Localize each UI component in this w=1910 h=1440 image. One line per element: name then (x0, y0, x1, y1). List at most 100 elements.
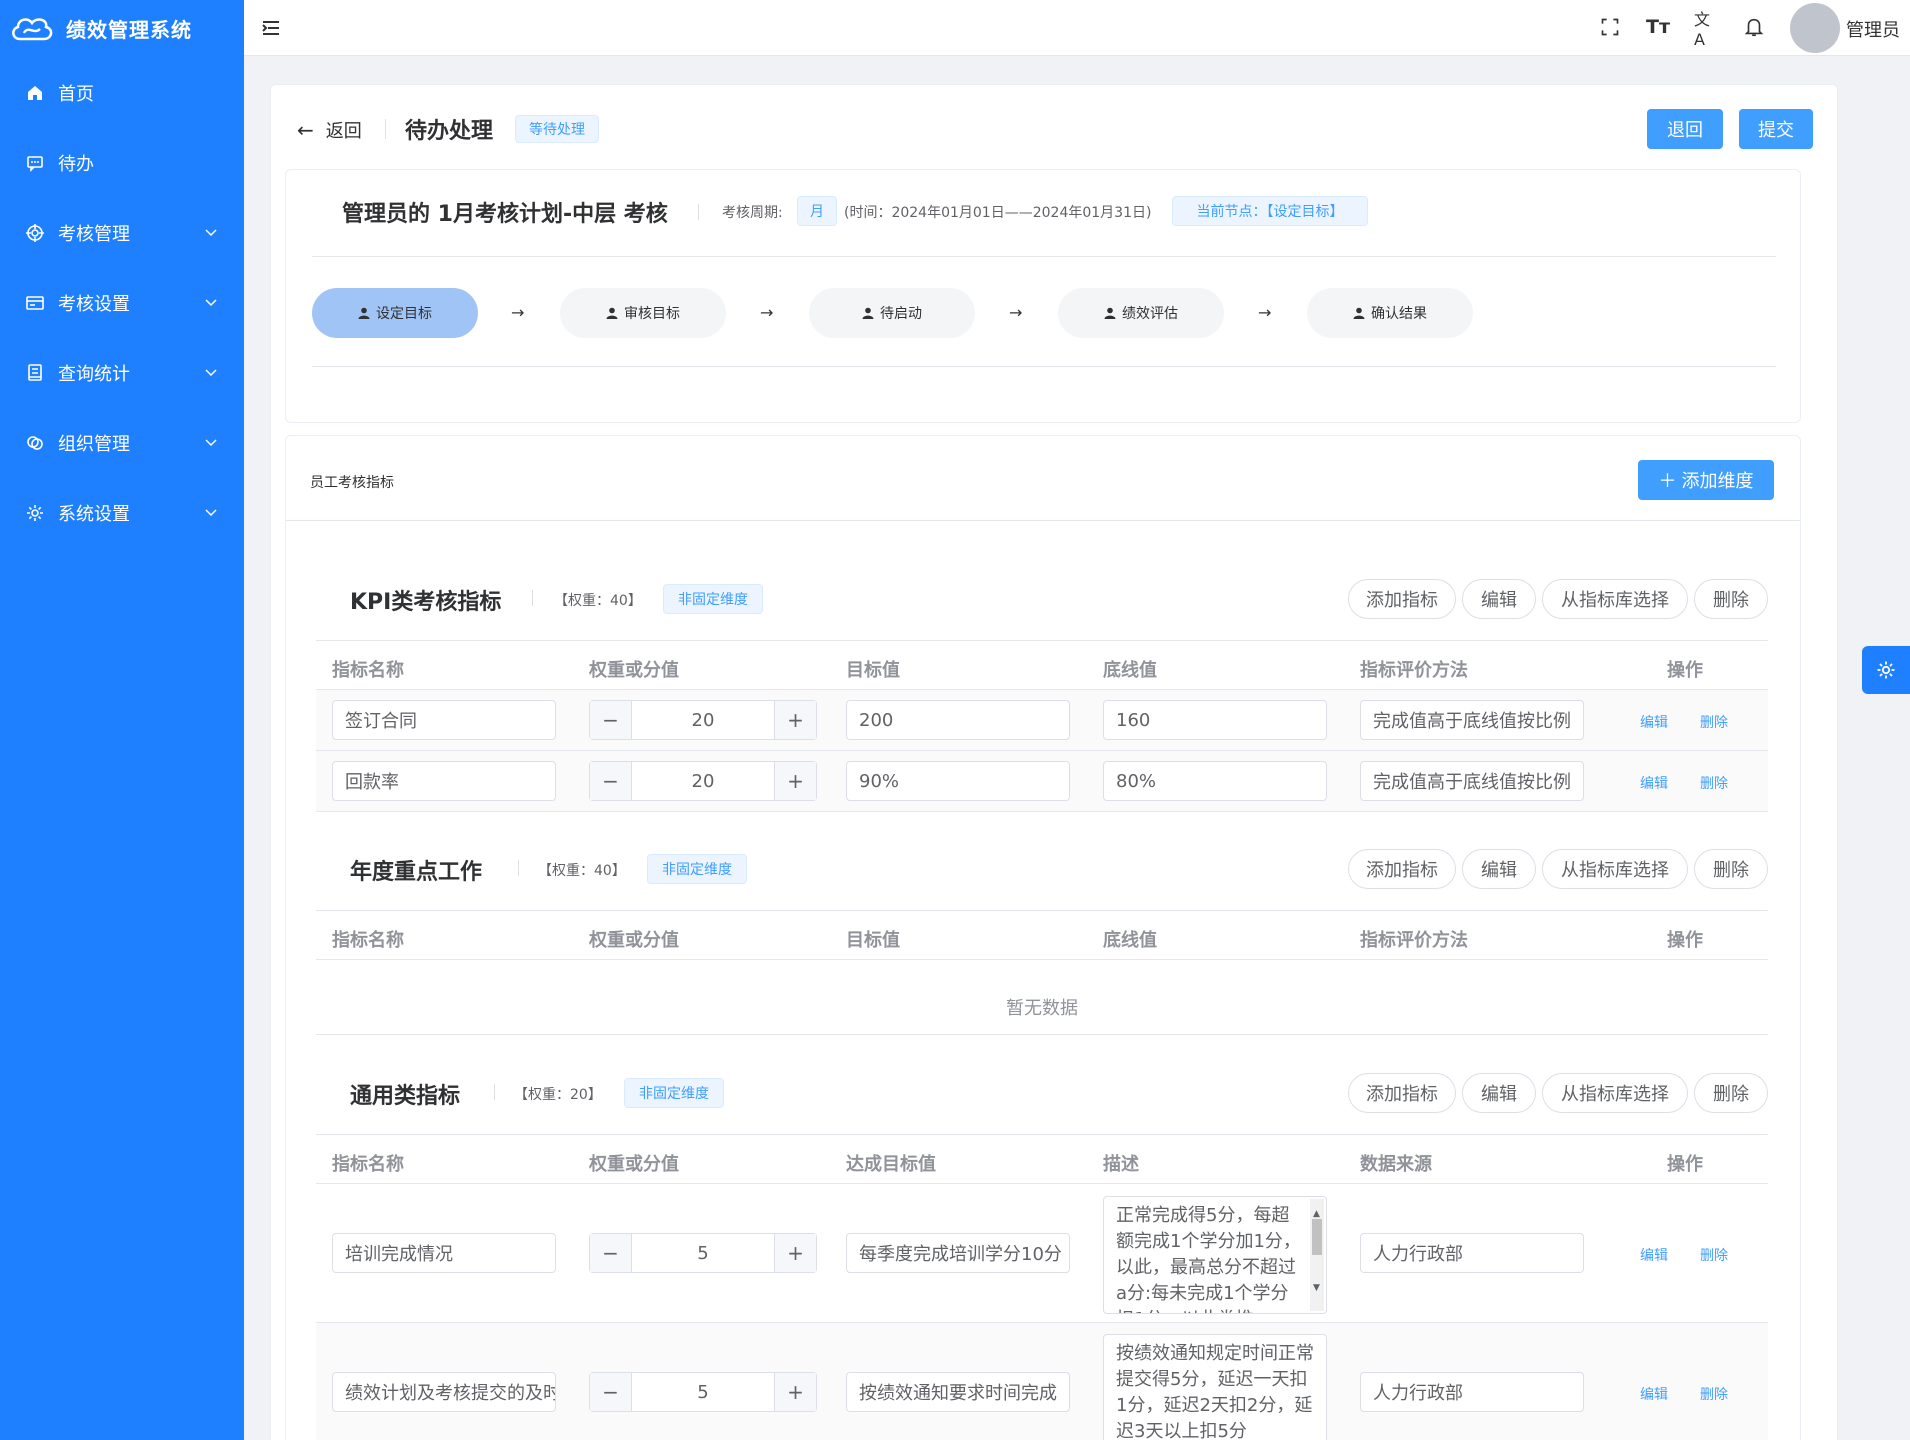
add-dimension-button[interactable]: ＋ 添加维度 (1638, 460, 1774, 500)
target-value-input[interactable]: 每季度完成培训学分10分 (846, 1233, 1070, 1273)
weight-value[interactable]: 5 (632, 1234, 774, 1272)
delete-dimension-button[interactable]: 删除 (1694, 849, 1768, 889)
period-value: 月 (797, 196, 837, 226)
sidebar-item-system[interactable]: 系统设置 (0, 478, 244, 548)
step-label: 审核目标 (624, 306, 680, 322)
arrow-right-icon: → (760, 303, 774, 322)
description-textarea[interactable]: 按绩效通知规定时间正常提交得5分，延迟一天扣1分，延迟2天扣2分，延迟3天以上扣… (1103, 1334, 1327, 1440)
indicator-name-input[interactable]: 回款率 (332, 761, 556, 801)
step-label: 待启动 (880, 306, 922, 322)
translate-icon[interactable]: 文A (1694, 10, 1718, 49)
page-title: 待办处理 (405, 119, 494, 144)
divider (532, 590, 533, 606)
gear-icon (26, 504, 44, 522)
row-edit-link[interactable]: 编辑 (1640, 1245, 1668, 1265)
plus-button[interactable]: + (774, 1373, 816, 1411)
minus-button[interactable]: − (590, 762, 632, 800)
dimension-title-kpi: KPI类考核指标 (350, 590, 502, 615)
evaluation-method-input[interactable]: 完成值高于底线值按比例 (1360, 700, 1584, 740)
row-delete-link[interactable]: 删除 (1700, 1245, 1728, 1265)
weight-stepper[interactable]: − 20 + (589, 761, 817, 801)
weight-stepper[interactable]: − 5 + (589, 1233, 817, 1273)
time-range: (时间：2024年01月01日——2024年01月31日) (844, 205, 1152, 221)
sidebar-item-settings[interactable]: 考核设置 (0, 268, 244, 338)
target-value-input[interactable]: 90% (846, 761, 1070, 801)
divider (316, 811, 1768, 812)
weight-value[interactable]: 20 (632, 762, 774, 800)
row-delete-link[interactable]: 删除 (1700, 1384, 1728, 1404)
column-header: 目标值 (846, 930, 900, 951)
select-from-library-button[interactable]: 从指标库选择 (1542, 1073, 1688, 1113)
period-label: 考核周期: (722, 205, 783, 221)
weight-stepper[interactable]: − 20 + (589, 700, 817, 740)
avatar[interactable] (1790, 3, 1840, 53)
step-evaluation[interactable]: 绩效评估 (1058, 288, 1224, 338)
sidebar-item-query[interactable]: 查询统计 (0, 338, 244, 408)
data-source-input[interactable]: 人力行政部 (1360, 1233, 1584, 1273)
minus-button[interactable]: − (590, 1373, 632, 1411)
arrow-left-icon: ← (297, 118, 314, 142)
plan-card: 管理员的 1月考核计划-中层 考核 考核周期: 月 (时间：2024年01月01… (285, 169, 1801, 423)
minus-button[interactable]: − (590, 1234, 632, 1272)
step-set-target[interactable]: 设定目标 (312, 288, 478, 338)
settings-float-button[interactable] (1862, 646, 1910, 694)
app-logo[interactable]: 绩效管理系统 (0, 0, 244, 56)
target-value-input[interactable]: 200 (846, 700, 1070, 740)
scroll-thumb[interactable] (1312, 1219, 1322, 1255)
evaluation-method-input[interactable]: 完成值高于底线值按比例 (1360, 761, 1584, 801)
return-button[interactable]: 退回 (1647, 109, 1723, 149)
plus-button[interactable]: + (774, 701, 816, 739)
row-delete-link[interactable]: 删除 (1700, 712, 1728, 732)
row-edit-link[interactable]: 编辑 (1640, 1384, 1668, 1404)
edit-dimension-button[interactable]: 编辑 (1462, 579, 1536, 619)
menu-toggle-icon[interactable] (260, 17, 282, 39)
plus-button[interactable]: + (774, 762, 816, 800)
chevron-down-icon (205, 299, 217, 307)
sidebar-item-todo[interactable]: 待办 (0, 128, 244, 198)
add-indicator-button[interactable]: 添加指标 (1348, 1073, 1456, 1113)
indicator-name-input[interactable]: 绩效计划及考核提交的及时性 (332, 1372, 556, 1412)
scroll-down-icon[interactable]: ▼ (1313, 1275, 1320, 1301)
step-review-target[interactable]: 审核目标 (560, 288, 726, 338)
divider (316, 959, 1768, 960)
sidebar-item-label: 查询统计 (58, 364, 130, 385)
indicator-name-input[interactable]: 培训完成情况 (332, 1233, 556, 1273)
delete-dimension-button[interactable]: 删除 (1694, 579, 1768, 619)
edit-dimension-button[interactable]: 编辑 (1462, 849, 1536, 889)
target-value-input[interactable]: 按绩效通知要求时间完成 (846, 1372, 1070, 1412)
fullscreen-icon[interactable] (1598, 15, 1622, 39)
scrollbar[interactable]: ▲ ▼ (1310, 1199, 1324, 1311)
edit-dimension-button[interactable]: 编辑 (1462, 1073, 1536, 1113)
main-card: ← 返回 待办处理 等待处理 退回 提交 管理员的 1月考核计划-中层 考核 考… (270, 84, 1838, 1440)
baseline-value-input[interactable]: 80% (1103, 761, 1327, 801)
submit-button[interactable]: 提交 (1739, 109, 1813, 149)
step-pending-start[interactable]: 待启动 (809, 288, 975, 338)
weight-value[interactable]: 5 (632, 1373, 774, 1411)
baseline-value-input[interactable]: 160 (1103, 700, 1327, 740)
sidebar-item-home[interactable]: 首页 (0, 58, 244, 128)
data-source-input[interactable]: 人力行政部 (1360, 1372, 1584, 1412)
username[interactable]: 管理员 (1846, 16, 1900, 42)
back-button[interactable]: ← 返回 (297, 117, 362, 143)
user-icon (606, 307, 618, 319)
weight-value[interactable]: 20 (632, 701, 774, 739)
sidebar-item-org[interactable]: 组织管理 (0, 408, 244, 478)
sidebar-item-assessment[interactable]: 考核管理 (0, 198, 244, 268)
bell-icon[interactable] (1742, 15, 1766, 39)
row-edit-link[interactable]: 编辑 (1640, 773, 1668, 793)
select-from-library-button[interactable]: 从指标库选择 (1542, 579, 1688, 619)
add-indicator-button[interactable]: 添加指标 (1348, 579, 1456, 619)
font-size-icon[interactable]: Tт (1646, 15, 1670, 39)
add-indicator-button[interactable]: 添加指标 (1348, 849, 1456, 889)
indicator-name-input[interactable]: 签订合同 (332, 700, 556, 740)
step-confirm-result[interactable]: 确认结果 (1307, 288, 1473, 338)
minus-button[interactable]: − (590, 701, 632, 739)
plus-button[interactable]: + (774, 1234, 816, 1272)
description-textarea[interactable]: 正常完成得5分，每超额完成1个学分加1分，以此，最高总分不超过a分:每未完成1个… (1103, 1196, 1327, 1314)
weight-stepper[interactable]: − 5 + (589, 1372, 817, 1412)
delete-dimension-button[interactable]: 删除 (1694, 1073, 1768, 1113)
divider (385, 119, 386, 139)
row-edit-link[interactable]: 编辑 (1640, 712, 1668, 732)
select-from-library-button[interactable]: 从指标库选择 (1542, 849, 1688, 889)
row-delete-link[interactable]: 删除 (1700, 773, 1728, 793)
